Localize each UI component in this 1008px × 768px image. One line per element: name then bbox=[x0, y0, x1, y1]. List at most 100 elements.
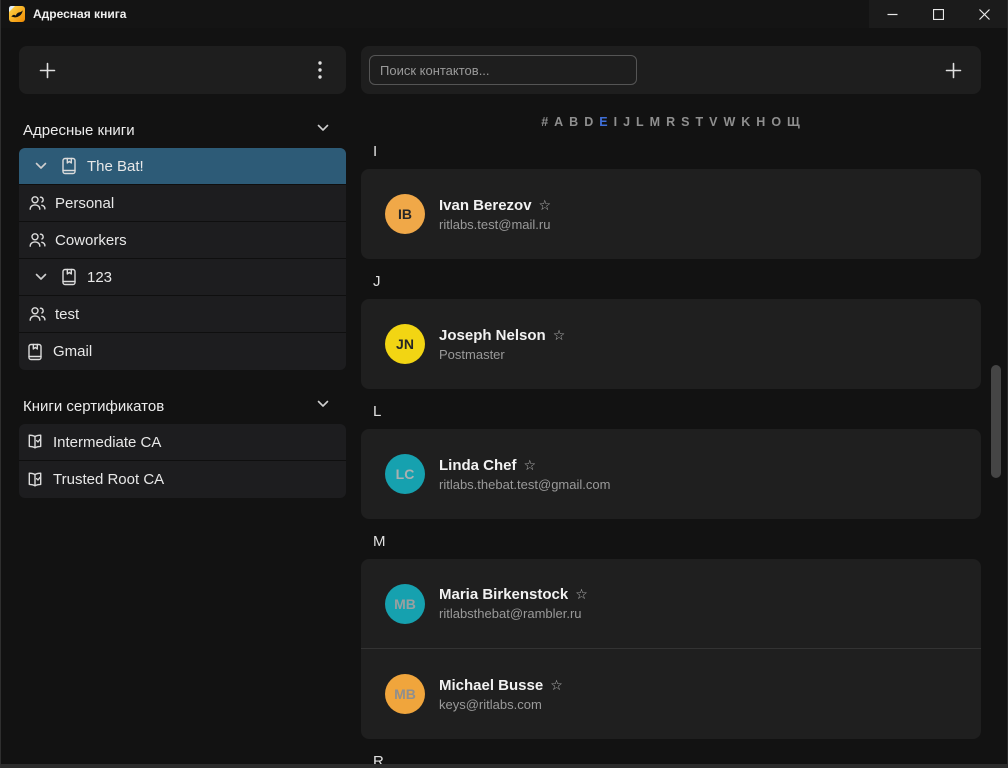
group-letter: I bbox=[373, 143, 981, 161]
avatar: IB bbox=[385, 194, 425, 234]
cert-books-header-label: Книги сертификатов bbox=[23, 398, 164, 415]
group-letter: M bbox=[373, 533, 981, 551]
window-title: Адресная книга bbox=[33, 7, 126, 21]
star-icon[interactable]: ☆ bbox=[553, 327, 566, 344]
maximize-button[interactable] bbox=[915, 0, 961, 28]
avatar: MB bbox=[385, 674, 425, 714]
sidebar-item-123[interactable]: 123 bbox=[19, 259, 346, 296]
contact-group-card: MB Maria Birkenstock ☆ ritlabsthebat@ram… bbox=[361, 559, 981, 739]
sidebar-menu-button[interactable] bbox=[308, 58, 332, 82]
contacts-toolbar bbox=[361, 46, 981, 94]
address-book-icon bbox=[59, 156, 79, 176]
alphabet-letter[interactable]: A bbox=[552, 115, 567, 129]
alphabet-letter[interactable]: I bbox=[611, 115, 620, 129]
add-contact-button[interactable] bbox=[941, 58, 965, 82]
chevron-down-icon[interactable] bbox=[316, 397, 330, 416]
chevron-down-icon[interactable] bbox=[31, 270, 51, 284]
group-icon bbox=[27, 193, 47, 213]
avatar: LC bbox=[385, 454, 425, 494]
tree-item-label: Coworkers bbox=[55, 232, 127, 249]
group-letter: L bbox=[373, 403, 981, 421]
alphabet-letter[interactable]: О bbox=[769, 115, 785, 129]
address-book-window: { "window": { "title": "Адресная книга" … bbox=[0, 0, 1008, 768]
alphabet-letter[interactable]: Н bbox=[754, 115, 769, 129]
sidebar-item-coworkers[interactable]: Coworkers bbox=[19, 222, 346, 259]
contact-group-card: IB Ivan Berezov ☆ ritlabs.test@mail.ru bbox=[361, 169, 981, 259]
address-books-section-header[interactable]: Адресные книги bbox=[23, 118, 344, 142]
contact-name: Maria Birkenstock bbox=[439, 586, 568, 603]
tree-item-label: 123 bbox=[87, 269, 112, 286]
contact-detail: Postmaster bbox=[439, 347, 565, 362]
tree-item-label: Gmail bbox=[53, 343, 92, 360]
alphabet-letter[interactable]: W bbox=[721, 115, 739, 129]
sidebar-item-personal[interactable]: Personal bbox=[19, 185, 346, 222]
thebat-logo-icon bbox=[9, 6, 25, 22]
alphabet-letter[interactable]: J bbox=[621, 115, 634, 129]
alphabet-letter[interactable]: M bbox=[647, 115, 663, 129]
tree-item-label: Intermediate CA bbox=[53, 434, 161, 451]
sidebar-toolbar bbox=[19, 46, 346, 94]
cert-books-tree: Intermediate CA Trusted Root CA bbox=[19, 424, 346, 498]
sidebar: Адресные книги The Bat! Personal bbox=[1, 28, 346, 764]
contact-name: Joseph Nelson bbox=[439, 327, 546, 344]
address-books-header-label: Адресные книги bbox=[23, 122, 135, 139]
address-book-icon bbox=[25, 342, 45, 362]
sidebar-item-trusted-root-ca[interactable]: Trusted Root CA bbox=[19, 461, 346, 498]
alphabet-index: #ABDEIJLMRSTVWKНОЩ bbox=[361, 115, 981, 129]
alphabet-letter[interactable]: # bbox=[539, 115, 552, 129]
titlebar: Адресная книга bbox=[1, 0, 1007, 28]
star-icon[interactable]: ☆ bbox=[539, 197, 552, 214]
alphabet-letter[interactable]: V bbox=[707, 115, 721, 129]
sidebar-item-thebat[interactable]: The Bat! bbox=[19, 148, 346, 185]
group-icon bbox=[27, 304, 47, 324]
address-book-icon bbox=[59, 267, 79, 287]
contact-row-joseph-nelson[interactable]: JN Joseph Nelson ☆ Postmaster bbox=[361, 299, 981, 389]
chevron-down-icon[interactable] bbox=[31, 159, 51, 173]
cert-book-icon bbox=[25, 470, 45, 490]
alphabet-letter[interactable]: R bbox=[664, 115, 679, 129]
scrollbar-thumb[interactable] bbox=[991, 365, 1001, 478]
contact-detail: keys@ritlabs.com bbox=[439, 697, 563, 712]
alphabet-letter[interactable]: T bbox=[693, 115, 707, 129]
chevron-down-icon[interactable] bbox=[316, 121, 330, 140]
alphabet-letter-active[interactable]: E bbox=[597, 115, 611, 129]
contact-detail: ritlabsthebat@rambler.ru bbox=[439, 606, 588, 621]
sidebar-item-intermediate-ca[interactable]: Intermediate CA bbox=[19, 424, 346, 461]
window-resize-edge[interactable] bbox=[1, 764, 1007, 768]
close-button[interactable] bbox=[961, 0, 1007, 28]
alphabet-letter[interactable]: K bbox=[739, 115, 754, 129]
contact-name: Ivan Berezov bbox=[439, 197, 532, 214]
contact-name: Michael Busse bbox=[439, 677, 543, 694]
group-letter: J bbox=[373, 273, 981, 291]
sidebar-item-test[interactable]: test bbox=[19, 296, 346, 333]
alphabet-letter[interactable]: D bbox=[582, 115, 597, 129]
alphabet-letter[interactable]: S bbox=[679, 115, 693, 129]
group-icon bbox=[27, 230, 47, 250]
minimize-button[interactable] bbox=[869, 0, 915, 28]
alphabet-letter[interactable]: B bbox=[567, 115, 582, 129]
star-icon[interactable]: ☆ bbox=[575, 586, 588, 603]
contact-detail: ritlabs.test@mail.ru bbox=[439, 217, 551, 232]
alphabet-letter[interactable]: L bbox=[634, 115, 648, 129]
address-books-tree: The Bat! Personal Coworkers bbox=[19, 148, 346, 370]
contact-row-michael-busse[interactable]: MB Michael Busse ☆ keys@ritlabs.com bbox=[361, 649, 981, 739]
tree-item-label: The Bat! bbox=[87, 158, 144, 175]
contact-group-card: JN Joseph Nelson ☆ Postmaster bbox=[361, 299, 981, 389]
alphabet-letter[interactable]: Щ bbox=[785, 115, 804, 129]
cert-book-icon bbox=[25, 432, 45, 452]
contact-name: Linda Chef bbox=[439, 457, 517, 474]
contact-row-maria-birkenstock[interactable]: MB Maria Birkenstock ☆ ritlabsthebat@ram… bbox=[361, 559, 981, 649]
search-input[interactable] bbox=[369, 55, 637, 85]
sidebar-item-gmail[interactable]: Gmail bbox=[19, 333, 346, 370]
add-book-button[interactable] bbox=[35, 58, 59, 82]
tree-item-label: Trusted Root CA bbox=[53, 471, 164, 488]
cert-books-section-header[interactable]: Книги сертификатов bbox=[23, 394, 344, 418]
contacts-panel: #ABDEIJLMRSTVWKНОЩ I IB Ivan Berezov ☆ r… bbox=[346, 28, 1007, 764]
star-icon[interactable]: ☆ bbox=[550, 677, 563, 694]
star-icon[interactable]: ☆ bbox=[524, 457, 537, 474]
contact-row-linda-chef[interactable]: LC Linda Chef ☆ ritlabs.thebat.test@gmai… bbox=[361, 429, 981, 519]
window-controls bbox=[869, 0, 1007, 28]
contact-row-ivan-berezov[interactable]: IB Ivan Berezov ☆ ritlabs.test@mail.ru bbox=[361, 169, 981, 259]
avatar: MB bbox=[385, 584, 425, 624]
contact-detail: ritlabs.thebat.test@gmail.com bbox=[439, 477, 610, 492]
